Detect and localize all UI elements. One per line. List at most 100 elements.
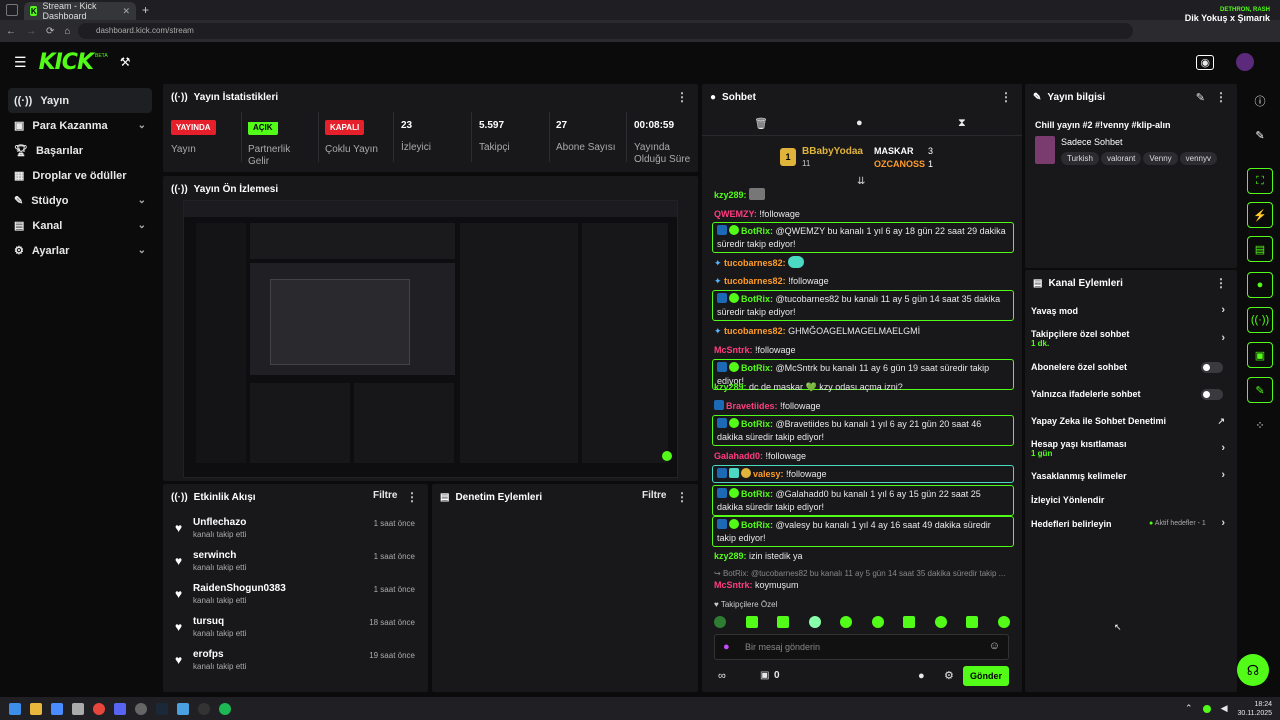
- sidebar-item-monetization[interactable]: ▣ Para Kazanma ⌄: [8, 113, 152, 138]
- more-options-icon[interactable]: ⋮: [1215, 276, 1227, 290]
- tag[interactable]: vennyv: [1179, 152, 1218, 165]
- kick-logo[interactable]: KICK: [39, 50, 94, 75]
- tab-title: Stream - Kick Dashboard: [42, 1, 97, 21]
- tools-icon[interactable]: ⚒: [120, 55, 131, 69]
- gear-icon[interactable]: ⚙: [944, 669, 954, 682]
- activity-panel-icon[interactable]: ⚡: [1247, 202, 1273, 228]
- hamburger-menu-icon[interactable]: ☰: [14, 54, 27, 71]
- tab-close-icon[interactable]: ✕: [122, 6, 130, 17]
- scroll-down-icon[interactable]: ⇊: [857, 176, 865, 187]
- support-icon[interactable]: ☊: [1237, 654, 1269, 686]
- sidebar-item-stream[interactable]: ((·)) Yayın: [8, 88, 152, 113]
- emote-icon[interactable]: [840, 616, 853, 628]
- emote-icon[interactable]: [934, 616, 947, 628]
- clock[interactable]: 18:24 30.11.2025: [1237, 700, 1272, 718]
- stream-title: Chill yayın #2 #!venny #klip-alın: [1035, 120, 1171, 130]
- user-avatar[interactable]: [1236, 53, 1254, 71]
- emote-icon[interactable]: [871, 616, 884, 628]
- address-bar[interactable]: dashboard.kick.com/stream: [78, 23, 1133, 39]
- emote-icon[interactable]: [745, 616, 758, 628]
- studio-mode-icon[interactable]: ◉: [1196, 54, 1214, 70]
- emote-icon[interactable]: [997, 616, 1010, 628]
- host-viewers-row[interactable]: İzleyici Yönlendir: [1031, 495, 1231, 509]
- actions-panel-icon[interactable]: ▣: [1247, 342, 1273, 368]
- steam-icon[interactable]: [156, 702, 168, 715]
- spotify-icon[interactable]: [219, 702, 231, 715]
- tag[interactable]: valorant: [1100, 152, 1142, 165]
- sidebar-item-channel[interactable]: ▤ Kanal ⌄: [8, 213, 152, 238]
- slow-mode-row[interactable]: Yavaş mod ›: [1031, 304, 1231, 320]
- more-options-icon[interactable]: ⋮: [1000, 90, 1012, 104]
- category-name[interactable]: Sadece Sohbet: [1061, 137, 1123, 147]
- moderation-panel-icon[interactable]: ▤: [1247, 236, 1273, 262]
- reload-icon[interactable]: ⟳: [46, 26, 54, 37]
- sidebar-item-drops[interactable]: ▦ Droplar ve ödüller: [8, 163, 152, 188]
- more-options-icon[interactable]: ⋮: [676, 490, 688, 504]
- moderation-filter-button[interactable]: Filtre: [642, 490, 666, 501]
- action-label: Abonelere özel sohbet: [1031, 362, 1128, 372]
- action-label: Hedefleri belirleyin: [1031, 519, 1112, 529]
- ai-moderation-row[interactable]: Yapay Zeka ile Sohbet Denetimi ↗: [1031, 416, 1231, 430]
- stream-preview-video[interactable]: [183, 200, 678, 478]
- integrations-icon[interactable]: ⁘: [1247, 412, 1273, 438]
- more-options-icon[interactable]: ⋮: [676, 90, 688, 104]
- chat-bubble-icon[interactable]: ●: [856, 117, 863, 129]
- sidebar-item-settings[interactable]: ⚙ Ayarlar ⌄: [8, 238, 152, 263]
- back-icon[interactable]: ←: [6, 26, 16, 37]
- file-explorer-icon[interactable]: [30, 702, 42, 715]
- tag[interactable]: Turkish: [1061, 152, 1099, 165]
- tray-app-icon[interactable]: [1202, 704, 1211, 713]
- chat-settings-icon[interactable]: ●: [918, 670, 925, 682]
- emote-icon[interactable]: [903, 616, 916, 628]
- new-tab-button[interactable]: +: [142, 3, 149, 17]
- tray-chevron-icon[interactable]: ⌃: [1185, 703, 1193, 714]
- app-icon[interactable]: [51, 702, 63, 715]
- app-icon[interactable]: [72, 702, 84, 715]
- windows-start-icon[interactable]: [9, 702, 21, 715]
- send-button[interactable]: Gönder: [963, 666, 1009, 686]
- points-icon[interactable]: ▣: [760, 670, 769, 681]
- emote-only-toggle[interactable]: [1201, 389, 1223, 400]
- hourglass-icon[interactable]: ⧗: [958, 117, 966, 130]
- emote-icon[interactable]: [966, 616, 979, 628]
- subscribers-only-toggle[interactable]: [1201, 362, 1223, 373]
- more-options-icon[interactable]: ⋮: [1215, 90, 1227, 104]
- banned-words-row[interactable]: Yasaklanmış kelimeler ›: [1031, 469, 1231, 485]
- message-input-box[interactable]: ● Bir mesaj gönderin ☺: [714, 634, 1009, 660]
- app-icon[interactable]: [135, 702, 147, 715]
- stream-info-panel-icon[interactable]: ✎: [1247, 377, 1273, 403]
- browser-menu-icon[interactable]: [6, 4, 18, 16]
- message-input[interactable]: Bir mesaj gönderin: [745, 642, 820, 652]
- trash-icon[interactable]: 🗑︎: [754, 117, 768, 130]
- emote-icon[interactable]: [714, 616, 726, 628]
- preview-panel-icon[interactable]: ⛶: [1247, 168, 1273, 194]
- emote-icon[interactable]: [777, 616, 790, 628]
- app-icon[interactable]: [177, 702, 189, 715]
- obs-icon[interactable]: [198, 702, 210, 715]
- discord-icon[interactable]: [114, 702, 126, 715]
- infinity-icon[interactable]: ∞: [718, 670, 726, 682]
- chat-panel-icon[interactable]: ●: [1247, 272, 1273, 298]
- sidebar-item-studio[interactable]: ✎ Stüdyo ⌄: [8, 188, 152, 213]
- chrome-icon[interactable]: [93, 702, 105, 715]
- followers-only-row[interactable]: Takipçilere özel sohbet 1 dk. ›: [1031, 329, 1231, 353]
- stat-subscribers: 27 Abone Sayısı: [556, 120, 615, 153]
- tag[interactable]: Venny: [1143, 152, 1178, 165]
- activity-filter-button[interactable]: Filtre: [373, 490, 397, 501]
- emoji-icon[interactable]: ☺: [989, 640, 1000, 652]
- event-desc: kanalı takip etti: [193, 662, 247, 671]
- browser-tab[interactable]: K Stream - Kick Dashboard ✕: [24, 1, 136, 21]
- account-age-row[interactable]: Hesap yaşı kısıtlaması 1 gün ›: [1031, 439, 1231, 463]
- more-options-icon[interactable]: ⋮: [406, 490, 418, 504]
- speaker-icon[interactable]: ◀: [1221, 703, 1228, 714]
- info-icon[interactable]: ⓘ: [1247, 88, 1273, 114]
- forward-icon[interactable]: →: [26, 26, 36, 37]
- microphone-icon[interactable]: ●: [723, 641, 730, 653]
- set-goals-row[interactable]: Hedefleri belirleyin ● Aktif hedefler - 1…: [1031, 517, 1231, 533]
- stats-panel-icon[interactable]: ((·)): [1247, 307, 1273, 333]
- edit-icon[interactable]: ✎: [1196, 91, 1205, 104]
- edit-icon[interactable]: ✎: [1247, 122, 1273, 148]
- emote-icon[interactable]: [808, 616, 821, 628]
- sidebar-item-achievements[interactable]: 🏆︎ Başarılar: [8, 138, 152, 163]
- home-icon[interactable]: ⌂: [64, 26, 70, 37]
